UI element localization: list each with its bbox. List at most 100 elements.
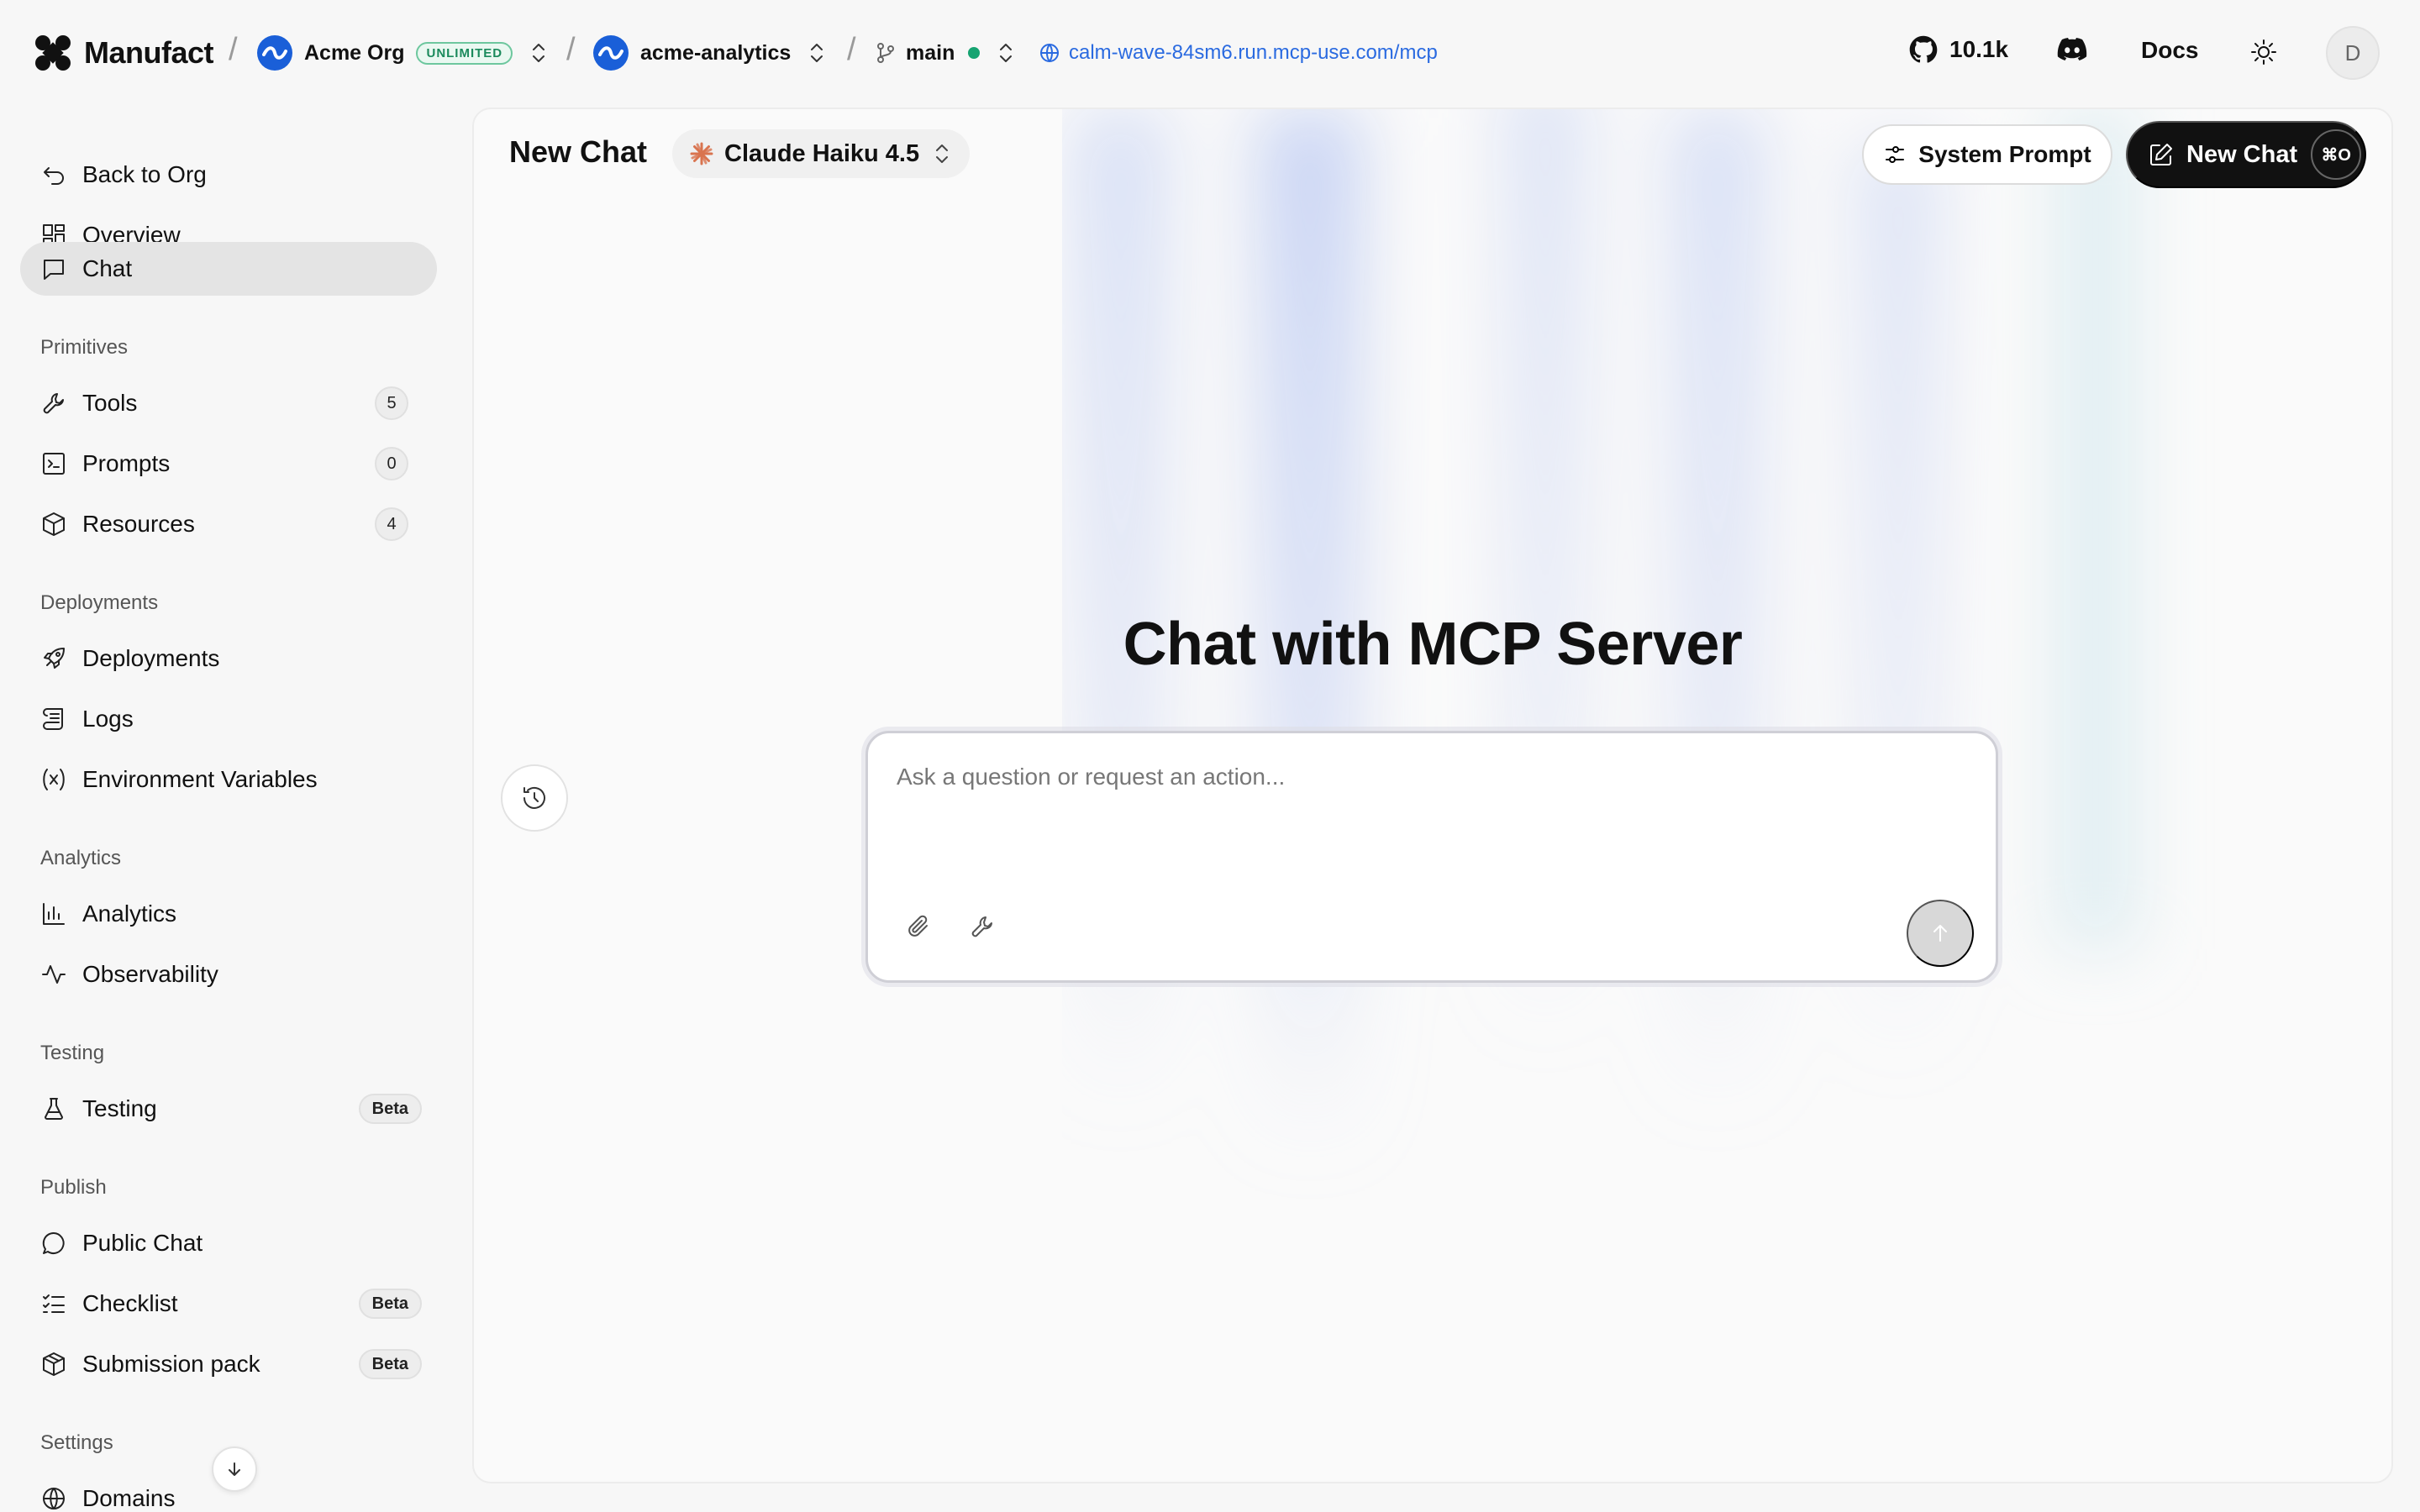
model-selector[interactable]: Claude Haiku 4.5: [672, 129, 971, 178]
sidebar-item-chat[interactable]: Chat: [20, 242, 437, 296]
sidebar-item-label: Back to Org: [82, 161, 207, 187]
send-button[interactable]: [1907, 900, 1974, 967]
system-prompt-label: System Prompt: [1918, 141, 2091, 167]
globe-icon: [43, 1488, 65, 1509]
discord-icon: [2057, 38, 2087, 60]
scroll-icon: [43, 708, 63, 730]
system-prompt-button[interactable]: System Prompt: [1862, 124, 2112, 185]
attach-button[interactable]: [902, 910, 935, 943]
variable-icon: [43, 769, 65, 790]
page-title: New Chat: [509, 134, 648, 169]
sidebar-item-checklist[interactable]: Checklist Beta: [20, 1277, 437, 1331]
edit-icon: [2150, 144, 2172, 165]
keyboard-shortcut: ⌘O: [2311, 129, 2362, 180]
sidebar: Back to Org Overview Chat Primitives Too…: [0, 106, 454, 1512]
sidebar-item-label: Domains: [82, 1485, 176, 1511]
org-name: Acme Org: [304, 40, 405, 65]
wrench-icon: [43, 393, 64, 414]
section-title-analytics: Analytics: [40, 847, 122, 869]
beta-badge: Beta: [358, 1349, 422, 1379]
new-chat-button[interactable]: New Chat ⌘O: [2126, 121, 2366, 188]
sidebar-item-label: Checklist: [82, 1290, 178, 1316]
chat-input[interactable]: [897, 764, 1955, 881]
model-name: Claude Haiku 4.5: [724, 139, 920, 167]
server-url: calm-wave-84sm6.run.mcp-use.com/mcp: [1069, 41, 1438, 64]
beta-badge: Beta: [358, 1289, 422, 1319]
sidebar-item-deployments[interactable]: Deployments: [20, 632, 437, 685]
sidebar-item-public-chat[interactable]: Public Chat: [20, 1216, 437, 1270]
tools-button[interactable]: [965, 910, 999, 943]
sidebar-item-label: Testing: [82, 1095, 157, 1121]
github-link[interactable]: 10.1k: [1909, 35, 2008, 64]
plan-badge: UNLIMITED: [416, 41, 513, 65]
git-branch-icon: [877, 43, 894, 63]
branch-status-dot: [968, 47, 981, 59]
sidebar-item-label: Chat: [82, 255, 133, 281]
sidebar-item-back-to-org[interactable]: Back to Org: [20, 148, 437, 202]
history-icon: [523, 786, 545, 809]
sidebar-item-prompts[interactable]: Prompts 0: [20, 437, 437, 491]
sidebar-item-label: Submission pack: [82, 1351, 260, 1377]
chat-history-button[interactable]: [501, 764, 568, 832]
sidebar-item-environment-variables[interactable]: Environment Variables: [20, 753, 437, 806]
project-switcher[interactable]: acme-analytics: [593, 32, 828, 74]
new-chat-label: New Chat: [2186, 140, 2298, 168]
chat-panel: New Chat Claude Haiku 4.5 System Prompt …: [472, 108, 2393, 1483]
sidebar-item-analytics[interactable]: Analytics: [20, 887, 437, 941]
arrow-up-icon: [1933, 925, 1947, 942]
box-icon: [43, 512, 65, 536]
background-glow: [1071, 109, 2138, 1159]
sidebar-item-observability[interactable]: Observability: [20, 948, 437, 1001]
branch-switcher[interactable]: main: [876, 32, 1017, 74]
count-badge: 5: [375, 386, 408, 420]
message-circle-icon: [42, 1231, 65, 1254]
manufact-logo-icon: [35, 35, 71, 71]
org-switcher[interactable]: Acme Org UNLIMITED: [257, 32, 550, 74]
flask-icon: [45, 1098, 63, 1120]
chat-icon: [44, 260, 64, 280]
beta-badge: Beta: [358, 1094, 422, 1124]
sidebar-item-label: Analytics: [82, 900, 177, 927]
section-title-deployments: Deployments: [40, 591, 159, 614]
breadcrumb-separator: /: [847, 32, 856, 67]
sidebar-item-logs[interactable]: Logs: [20, 692, 437, 746]
terminal-icon: [43, 453, 65, 475]
globe-icon: [1040, 44, 1059, 62]
discord-link[interactable]: [2057, 37, 2087, 62]
breadcrumb-separator: /: [566, 32, 576, 67]
claude-logo-icon: [690, 142, 713, 165]
sidebar-item-resources[interactable]: Resources 4: [20, 497, 437, 551]
activity-icon: [42, 965, 66, 984]
github-star-count: 10.1k: [1949, 36, 2009, 62]
brand-logo[interactable]: Manufact: [34, 34, 214, 72]
user-avatar[interactable]: D: [2326, 26, 2380, 80]
docs-link[interactable]: Docs: [2141, 37, 2198, 64]
github-icon: [1909, 35, 1938, 63]
sidebar-item-label: Logs: [82, 706, 134, 732]
rocket-icon: [44, 648, 65, 669]
branch-name: main: [906, 40, 955, 65]
chevron-up-down-icon: [811, 44, 823, 62]
chevron-up-down-icon: [533, 44, 545, 62]
paperclip-icon: [908, 915, 928, 937]
breadcrumb-separator: /: [229, 32, 238, 67]
chevron-up-down-icon: [936, 144, 949, 163]
server-url-link[interactable]: calm-wave-84sm6.run.mcp-use.com/mcp: [1039, 32, 1438, 74]
sidebar-item-testing[interactable]: Testing Beta: [20, 1082, 437, 1136]
section-title-primitives: Primitives: [40, 336, 129, 359]
sliders-icon: [1886, 146, 1905, 163]
sidebar-item-submission-pack[interactable]: Submission pack Beta: [20, 1337, 437, 1391]
project-name: acme-analytics: [640, 40, 792, 65]
sidebar-item-label: Observability: [82, 961, 218, 987]
org-avatar: [257, 35, 292, 71]
list-checks-icon: [43, 1294, 65, 1313]
package-icon: [43, 1352, 65, 1376]
chat-composer: [865, 731, 1998, 983]
scroll-down-button[interactable]: [212, 1446, 257, 1492]
sidebar-item-tools[interactable]: Tools 5: [20, 376, 437, 430]
sidebar-item-label: Deployments: [82, 645, 220, 671]
sun-icon: [2251, 39, 2276, 65]
chevron-up-down-icon: [1000, 44, 1013, 62]
theme-toggle[interactable]: [2250, 39, 2277, 66]
brand-name: Manufact: [84, 35, 214, 70]
